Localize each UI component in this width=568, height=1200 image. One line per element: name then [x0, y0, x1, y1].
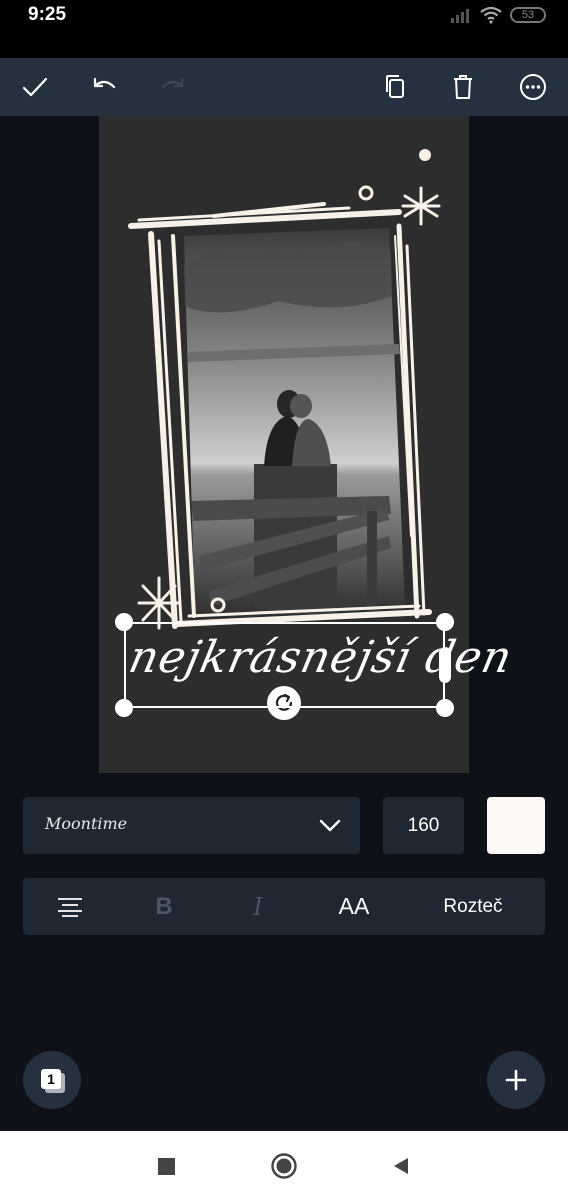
editor-toolbar [0, 58, 568, 116]
page-count: 1 [41, 1069, 61, 1089]
status-time: 9:25 [28, 4, 67, 25]
status-icons: 53 [450, 4, 546, 26]
text-color-swatch[interactable] [487, 797, 545, 854]
battery-indicator: 53 [510, 7, 546, 23]
font-size-field[interactable]: 160 [383, 797, 464, 854]
resize-handle-top-right[interactable] [436, 613, 454, 631]
signal-icon [451, 9, 469, 23]
pages-button[interactable]: 1 [23, 1051, 81, 1109]
italic-button[interactable]: I [233, 878, 283, 935]
undo-icon[interactable] [86, 69, 122, 105]
add-button[interactable] [487, 1051, 545, 1109]
redo-icon[interactable] [155, 69, 191, 105]
square-icon[interactable] [151, 1151, 181, 1181]
more-icon[interactable] [515, 69, 551, 105]
resize-handle-bottom-right[interactable] [436, 699, 454, 717]
status-bar: 9:25 53 [0, 0, 568, 58]
pages-icon: 1 [41, 1069, 65, 1093]
resize-handle-top-left[interactable] [115, 613, 133, 631]
couple-photo [184, 228, 405, 620]
resize-handle-bottom-left[interactable] [115, 699, 133, 717]
system-nav-bar [0, 1131, 568, 1200]
resize-handle-right[interactable] [439, 647, 451, 683]
circle-icon[interactable] [269, 1151, 299, 1181]
spacing-button[interactable]: Rozteč [428, 878, 518, 935]
trash-icon[interactable] [445, 69, 481, 105]
triangle-back-icon[interactable] [386, 1151, 416, 1181]
chevron-down-icon [319, 819, 341, 832]
plus-icon [505, 1069, 527, 1091]
text-selection-box[interactable] [124, 622, 445, 708]
wifi-icon [480, 6, 502, 24]
font-selector[interactable]: Moontime [23, 797, 360, 854]
font-name: Moontime [45, 814, 128, 833]
text-case-button[interactable]: AA [323, 878, 385, 935]
bold-button[interactable]: B [139, 878, 189, 935]
copy-icon[interactable] [377, 69, 413, 105]
check-icon[interactable] [17, 69, 53, 105]
align-center-icon[interactable] [45, 878, 95, 935]
format-bar: B I AA Rozteč [23, 878, 545, 935]
